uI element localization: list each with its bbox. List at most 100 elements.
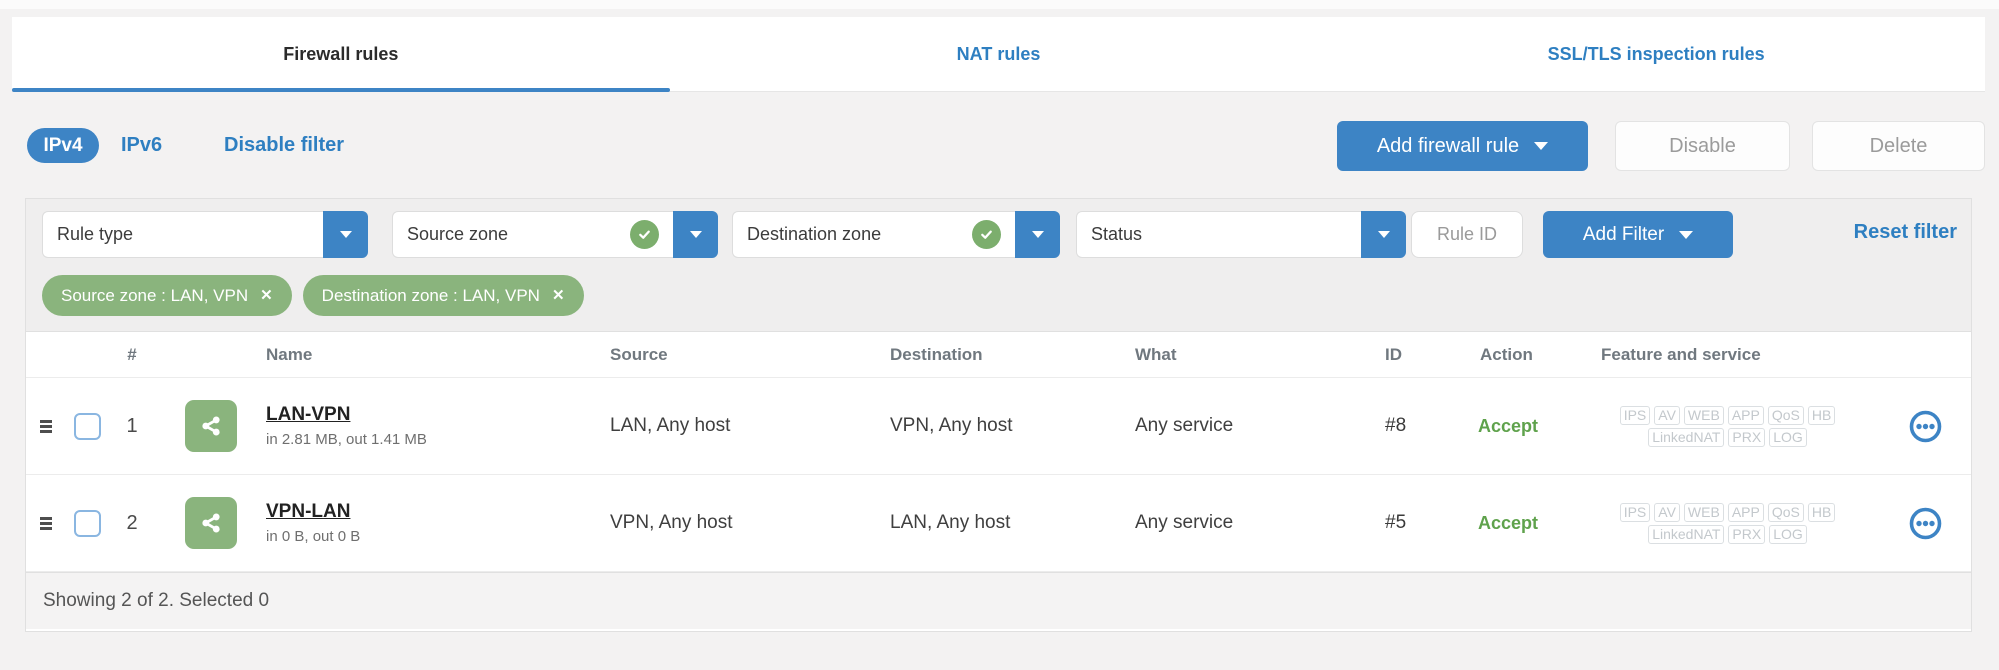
col-what: What (1135, 344, 1177, 364)
col-feature-service: Feature and service (1601, 344, 1761, 364)
rule-name-link[interactable]: LAN-VPN (266, 404, 350, 426)
check-circle-icon (972, 220, 1001, 249)
row-number: 1 (126, 414, 138, 437)
tab-label: NAT rules (956, 43, 1041, 64)
rule-traffic: in 0 B, out 0 B (266, 528, 361, 545)
add-filter-button[interactable]: Add Filter (1543, 211, 1733, 258)
badge-web: WEB (1683, 502, 1724, 522)
col-number: # (127, 344, 137, 364)
badge-hb: HB (1807, 502, 1836, 522)
rule-what: Any service (1135, 415, 1234, 436)
badge-hb: HB (1807, 405, 1836, 425)
chip-label: Source zone : LAN, VPN (61, 285, 249, 305)
rules-tab-bar: Firewall rules NAT rules SSL/TLS inspect… (12, 17, 1985, 92)
drag-handle-icon[interactable] (40, 516, 52, 530)
badge-app: APP (1727, 502, 1764, 522)
reset-filter-link[interactable]: Reset filter (1854, 221, 1957, 244)
remove-filter-icon[interactable]: ✕ (552, 288, 565, 303)
filter-chip-source-zone: Source zone : LAN, VPN ✕ (42, 275, 292, 316)
chevron-down-icon (1031, 231, 1044, 238)
source-zone-dropdown-button[interactable] (673, 211, 718, 258)
badge-prx: PRX (1728, 524, 1766, 544)
destination-zone-label: Destination zone (747, 224, 882, 244)
add-filter-label: Add Filter (1582, 223, 1665, 245)
badge-linkednat: LinkedNAT (1648, 427, 1725, 447)
source-zone-dropdown[interactable]: Source zone (392, 211, 718, 258)
add-firewall-rule-label: Add firewall rule (1376, 134, 1520, 157)
ipv4-toggle[interactable]: IPv4 (27, 128, 99, 163)
rule-destination: LAN, Any host (890, 512, 1011, 533)
badge-web: WEB (1683, 405, 1724, 425)
rule-type-dropdown-button[interactable] (323, 211, 368, 258)
tab-nat-rules[interactable]: NAT rules (670, 17, 1328, 91)
row-checkbox[interactable] (73, 509, 101, 537)
badge-av: AV (1654, 502, 1680, 522)
rule-action: Accept (1478, 512, 1539, 533)
table-footer: Showing 2 of 2. Selected 0 (26, 572, 1971, 629)
feature-badges: IPS AV WEB APP QoS HB LinkedNAT PRX LOG (1576, 502, 1879, 544)
table-header: # Name Source Destination What ID Action… (26, 332, 1971, 378)
col-name: Name (266, 344, 313, 364)
rule-name-link[interactable]: VPN-LAN (266, 501, 350, 523)
top-strip (0, 0, 1999, 9)
rule-source: VPN, Any host (610, 512, 733, 533)
chevron-down-icon (1377, 231, 1390, 238)
badge-log: LOG (1769, 524, 1807, 544)
destination-zone-dropdown-button[interactable] (1015, 211, 1060, 258)
rule-what: Any service (1135, 512, 1234, 533)
filter-chip-destination-zone: Destination zone : LAN, VPN ✕ (302, 275, 584, 316)
rule-action: Accept (1478, 415, 1539, 436)
chevron-down-icon (689, 231, 702, 238)
add-firewall-rule-button[interactable]: Add firewall rule (1337, 121, 1588, 171)
status-dropdown-button[interactable] (1361, 211, 1406, 258)
badge-qos: QoS (1767, 502, 1804, 522)
status-dropdown[interactable]: Status (1076, 211, 1406, 258)
rule-id-input[interactable] (1411, 211, 1523, 258)
table-row: 2 VPN-LAN in 0 B, out 0 B VPN, Any host … (26, 475, 1971, 572)
rule-share-icon (185, 497, 237, 549)
tab-label: Firewall rules (283, 43, 399, 64)
rule-id: #8 (1385, 415, 1407, 436)
feature-badges: IPS AV WEB APP QoS HB LinkedNAT PRX LOG (1576, 405, 1879, 447)
badge-prx: PRX (1728, 427, 1766, 447)
badge-app: APP (1727, 405, 1764, 425)
tab-ssl-tls-inspection-rules[interactable]: SSL/TLS inspection rules (1327, 17, 1985, 91)
filter-bar: Rule type Source zone Destination zone S… (26, 199, 1971, 332)
ipv6-toggle[interactable]: IPv6 (121, 134, 162, 157)
row-menu-ellipsis-icon[interactable] (1907, 505, 1944, 542)
delete-button[interactable]: Delete (1812, 121, 1985, 171)
rule-traffic: in 2.81 MB, out 1.41 MB (266, 431, 427, 448)
firewall-rules-panel: Rule type Source zone Destination zone S… (25, 198, 1972, 632)
rule-type-field: Rule type (42, 211, 323, 258)
tab-firewall-rules[interactable]: Firewall rules (12, 17, 670, 92)
rule-source: LAN, Any host (610, 415, 731, 436)
status-label: Status (1091, 224, 1143, 244)
destination-zone-dropdown[interactable]: Destination zone (732, 211, 1060, 258)
check-circle-icon (630, 220, 659, 249)
source-zone-field: Source zone (392, 211, 673, 258)
active-filter-chips: Source zone : LAN, VPN ✕ Destination zon… (42, 275, 584, 316)
remove-filter-icon[interactable]: ✕ (260, 288, 273, 303)
row-menu-ellipsis-icon[interactable] (1907, 408, 1944, 445)
chevron-down-icon (1679, 230, 1694, 239)
disable-button[interactable]: Disable (1615, 121, 1790, 171)
rule-type-dropdown[interactable]: Rule type (42, 211, 368, 258)
row-number: 2 (126, 511, 138, 534)
disable-filter-link[interactable]: Disable filter (224, 134, 344, 157)
chip-label: Destination zone : LAN, VPN (321, 285, 540, 305)
status-field: Status (1076, 211, 1361, 258)
badge-qos: QoS (1767, 405, 1804, 425)
col-action: Action (1480, 344, 1533, 364)
row-checkbox[interactable] (73, 412, 101, 440)
drag-handle-icon[interactable] (40, 419, 52, 433)
tab-label: SSL/TLS inspection rules (1547, 43, 1765, 64)
badge-linkednat: LinkedNAT (1648, 524, 1725, 544)
badge-ips: IPS (1619, 405, 1651, 425)
chevron-down-icon (339, 231, 352, 238)
source-zone-label: Source zone (407, 224, 509, 244)
table-row: 1 LAN-VPN in 2.81 MB, out 1.41 MB LAN, A… (26, 378, 1971, 475)
badge-av: AV (1654, 405, 1680, 425)
rule-share-icon (185, 400, 237, 452)
chevron-down-icon (1534, 142, 1549, 150)
rule-type-label: Rule type (57, 224, 134, 244)
